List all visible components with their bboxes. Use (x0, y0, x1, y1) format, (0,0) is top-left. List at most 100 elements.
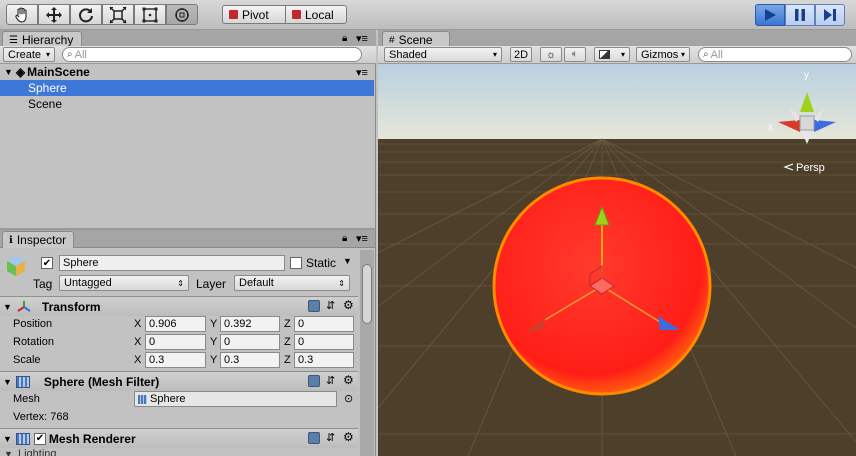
position-x-field[interactable]: 0.906 (145, 316, 206, 332)
rotate-tool-button[interactable] (70, 4, 102, 25)
audio-toggle[interactable]: 🔈︎ (564, 47, 586, 62)
tag-dropdown[interactable]: Untagged ⇕ (59, 275, 189, 291)
axis-x-label: X (134, 354, 142, 366)
scale-z-value: 0.3 (298, 354, 314, 366)
hierarchy-toolbar: Create ▾ ⌕ All (0, 46, 376, 64)
scale-x-field[interactable]: 0.3 (145, 352, 206, 368)
preset-icon[interactable]: ⇵ (326, 374, 335, 387)
scene-search-input[interactable]: ⌕ All (698, 47, 852, 62)
help-book-icon[interactable] (308, 300, 320, 312)
lighting-toggle[interactable]: ☼ (540, 47, 562, 62)
move-tool-button[interactable] (38, 4, 70, 25)
shading-value: Shaded (389, 48, 427, 61)
orient-y-label: y (804, 70, 809, 81)
scene-viewport[interactable]: y x Persp (378, 64, 856, 456)
lock-icon[interactable]: 🔒︎ (342, 233, 347, 244)
expand-arrow-icon: ▼ (3, 376, 12, 387)
gear-icon[interactable]: ⚙ (343, 373, 354, 387)
shading-dropdown[interactable]: Shaded ▾ (384, 47, 502, 62)
object-name-value: Sphere (63, 257, 99, 269)
help-book-icon[interactable] (308, 375, 320, 387)
rect-tool-button[interactable] (134, 4, 166, 25)
panel-menu-icon[interactable]: ▾≡ (356, 32, 368, 45)
tag-value: Untagged (64, 277, 112, 289)
gear-icon[interactable]: ⚙ (343, 430, 354, 444)
expand-arrow-icon: ▼ (3, 301, 12, 312)
scene-panel: # Scene Shaded ▾ 2D ☼ 🔈︎ ▾ Gizmos ▾ ⌕ Al… (378, 30, 856, 456)
panel-menu-icon[interactable]: ▾≡ (356, 232, 368, 245)
tab-inspector[interactable]: ℹ Inspector (2, 231, 74, 248)
mesh-filter-header[interactable]: ▼ Sphere (Mesh Filter) ⇵ ⚙ (0, 371, 358, 391)
axis-x-label: X (134, 336, 142, 348)
updown-arrow-icon: ⇕ (338, 278, 345, 288)
renderer-enabled-checkbox[interactable]: ✔ (33, 432, 46, 445)
orient-x-label: x (768, 122, 773, 133)
scale-y-field[interactable]: 0.3 (220, 352, 280, 368)
step-icon (824, 9, 836, 21)
rotation-x-field[interactable]: 0 (145, 334, 206, 350)
mesh-renderer-header[interactable]: ▼ ✔ Mesh Renderer ⇵ ⚙ (0, 428, 358, 448)
hierarchy-item-label: Scene (28, 97, 63, 111)
position-z-field[interactable]: 0 (294, 316, 354, 332)
position-y-field[interactable]: 0.392 (220, 316, 280, 332)
help-book-icon[interactable] (308, 432, 320, 444)
inspector-scrollbar[interactable] (360, 250, 374, 456)
transform-title: Transform (41, 299, 101, 314)
transform-tool-button[interactable] (166, 4, 198, 25)
orient-center-cube[interactable] (799, 115, 815, 131)
mesh-filter-icon (15, 375, 30, 388)
lock-icon[interactable]: 🔒︎ (342, 33, 347, 44)
pivot-toggle[interactable]: Pivot (222, 5, 286, 24)
scene-menu-icon[interactable]: ▾≡ (356, 66, 368, 79)
static-checkbox[interactable] (290, 257, 302, 269)
preset-icon[interactable]: ⇵ (326, 299, 335, 312)
tag-label: Tag (33, 277, 53, 291)
gizmos-dropdown[interactable]: Gizmos ▾ (636, 47, 690, 62)
object-picker-icon[interactable]: ⊙ (344, 392, 353, 405)
rotation-y-field[interactable]: 0 (220, 334, 280, 350)
scene-toolbar: Shaded ▾ 2D ☼ 🔈︎ ▾ Gizmos ▾ ⌕ All (378, 46, 856, 64)
persp-label: Persp (796, 162, 825, 174)
object-name-field[interactable]: Sphere (59, 255, 285, 271)
hierarchy-item-sphere[interactable]: Sphere (0, 80, 374, 96)
lighting-section[interactable]: ▼ Lighting (0, 448, 358, 456)
transform-header[interactable]: ▼ Transform ⇵ ⚙ (0, 296, 358, 316)
hierarchy-search-input[interactable]: ⌕ All (62, 47, 362, 62)
static-dropdown-icon[interactable]: ▼ (343, 256, 352, 266)
position-z-value: 0 (298, 318, 305, 330)
preset-icon[interactable]: ⇵ (326, 431, 335, 444)
rotation-y-value: 0 (224, 336, 231, 348)
gear-icon[interactable]: ⚙ (343, 298, 354, 312)
local-toggle[interactable]: Local (285, 5, 347, 24)
tab-scene-label: Scene (398, 33, 433, 47)
rotation-z-value: 0 (298, 336, 305, 348)
sun-icon: ☼ (545, 48, 557, 61)
axis-y-label: Y (210, 354, 218, 366)
effects-dropdown[interactable]: ▾ (594, 47, 630, 62)
position-x-value: 0.906 (149, 318, 177, 330)
pause-button[interactable] (785, 4, 815, 26)
rotation-z-field[interactable]: 0 (294, 334, 354, 350)
active-checkbox[interactable]: ✔ (41, 257, 53, 269)
hand-tool-button[interactable] (6, 4, 38, 25)
position-y-value: 0.392 (224, 318, 252, 330)
dropdown-arrow-icon: ▾ (45, 50, 50, 59)
mesh-object-field[interactable]: Sphere (134, 391, 337, 407)
create-dropdown[interactable]: Create ▾ (3, 47, 55, 62)
scale-tool-button[interactable] (102, 4, 134, 25)
pause-icon (795, 9, 805, 21)
scale-z-field[interactable]: 0.3 (294, 352, 354, 368)
scene-name: MainScene (27, 65, 90, 79)
unity-scene-icon: ◈ (15, 65, 26, 79)
hierarchy-item-scene[interactable]: Scene (0, 96, 374, 112)
2d-toggle[interactable]: 2D (510, 47, 532, 62)
play-button[interactable] (755, 4, 785, 26)
step-button[interactable] (815, 4, 845, 26)
lighting-label: Lighting (17, 448, 57, 456)
expand-arrow-icon: ▼ (4, 449, 13, 456)
layer-dropdown[interactable]: Default ⇕ (234, 275, 350, 291)
scrollbar-thumb[interactable] (362, 264, 372, 324)
axis-y-label: Y (210, 336, 218, 348)
scene-root-row[interactable]: ▼ ◈ MainScene ▾≡ (0, 64, 376, 80)
scale-tool-icon (109, 5, 127, 24)
